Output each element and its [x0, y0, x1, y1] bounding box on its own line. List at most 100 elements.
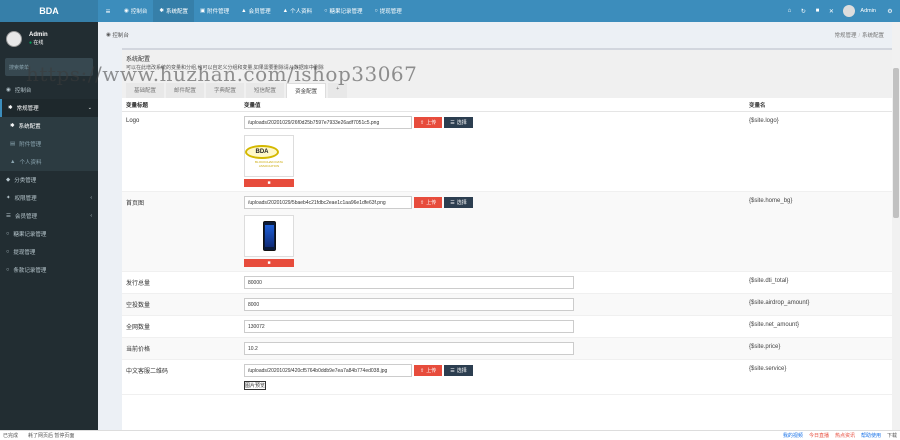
top-menu-item-attachment[interactable]: ▣ 附件管理 [194, 0, 235, 22]
home-bg-path-input[interactable] [244, 196, 412, 209]
table-row: 全网数量 {$site.net_amount} [122, 316, 892, 338]
tab-funds[interactable]: 资金配置 [286, 83, 327, 98]
list-icon: ☰ [450, 199, 455, 206]
table-row: 中文客服二维码 ⇧上传 ☰选择 图片预览 {$site.service} [122, 360, 892, 395]
breadcrumb-home[interactable]: 控制台 [112, 31, 129, 39]
refresh-icon[interactable]: ↻ [797, 8, 809, 15]
avatar [6, 31, 22, 47]
row-title: 全网数量 [126, 325, 151, 331]
sidebar-item-member[interactable]: ☰ 会员管理 ‹ [0, 207, 98, 225]
config-panel: 系统配置 可以在此增改系统的变量和分组,也可以自定义分组和变量,如果需要删除请从… [122, 48, 892, 430]
table-row: 空投数量 {$site.airdrop_amount} [122, 294, 892, 316]
chevron-left-icon: ‹ [90, 195, 92, 201]
status-link[interactable]: 下载 [887, 432, 897, 439]
phone-image [262, 221, 276, 251]
sidebar-item-permission[interactable]: ✦ 权限管理 ‹ [0, 189, 98, 207]
sidebar-item-terms[interactable]: ○ 条款记录管理 [0, 261, 98, 279]
delete-image-button[interactable]: ■ [244, 259, 294, 267]
list-icon: ☰ [450, 119, 455, 126]
table-row: 发行总量 {$site.dti_total} [122, 272, 892, 294]
bda-logo-subtitle: BLOCKCHAIN DATA ASSOCIATION [255, 159, 283, 168]
top-menu: ◉ 控制台 ✱ 系统配置 ▣ 附件管理 ▲ 会员管理 ▲ 个人资料 ○ 糖果记录管理 ○ 提现… [118, 0, 408, 22]
row-title: 空投数量 [126, 303, 151, 309]
sidebar-item-withdraw[interactable]: ○ 提现管理 [0, 243, 98, 261]
logo-path-input[interactable] [244, 116, 412, 129]
sidebar-item-candy[interactable]: ○ 糖果记录管理 [0, 225, 98, 243]
trash-icon[interactable]: ■ [811, 8, 823, 14]
total-supply-input[interactable] [244, 276, 574, 289]
net-amount-input[interactable] [244, 320, 574, 333]
upload-button[interactable]: ⇧ 上传 [414, 117, 443, 128]
panel-title: 系统配置 [126, 57, 151, 63]
tab-sms[interactable]: 短信配置 [246, 83, 285, 98]
sidebar-item-config[interactable]: ✱ 系统配置 [0, 117, 98, 135]
status-right-links: 我的视频 今日直播 热点资讯 帮助使用 下载 [783, 432, 897, 439]
upload-button[interactable]: ⇧ 上传 [414, 197, 443, 208]
settings-icon[interactable]: ⚙ [884, 8, 896, 15]
choose-button[interactable]: ☰ 选择 [444, 197, 473, 208]
upload-button[interactable]: ⇧ 上传 [414, 365, 443, 376]
table-row: 首页图 ⇧上传 ☰选择 ■ {$site.home_bg} [122, 192, 892, 272]
qr-preview[interactable]: 图片预览 [244, 381, 266, 390]
tab-basic[interactable]: 基础配置 [126, 83, 165, 98]
airdrop-amount-input[interactable] [244, 298, 574, 311]
choose-button[interactable]: ☰ 选择 [444, 117, 473, 128]
main-content: ◉ 控制台 常规管理 / 系统配置 系统配置 可以在此增改系统的变量和分组,也可以自… [98, 22, 892, 430]
brand-logo[interactable]: BDA [0, 0, 98, 22]
list-icon: ☰ [6, 213, 11, 219]
column-header-value: 变量值 [244, 102, 261, 109]
status-link[interactable]: 我的视频 [783, 432, 803, 439]
sidebar-item-general[interactable]: ✱ 常规管理 ⌄ [0, 99, 98, 117]
price-input[interactable] [244, 342, 574, 355]
leaf-icon: ◆ [6, 177, 11, 183]
top-navbar: BDA ≡ ◉ 控制台 ✱ 系统配置 ▣ 附件管理 ▲ 会员管理 ▲ 个人资料 ○ 糖果记录… [0, 0, 900, 22]
row-title: 发行总量 [126, 281, 151, 287]
tab-add[interactable]: + [328, 83, 348, 98]
sidebar-item-profile[interactable]: ▲ 个人资料 [0, 153, 98, 171]
top-user-name[interactable]: Admin [860, 8, 876, 14]
home-bg-preview[interactable] [244, 215, 294, 257]
bda-logo: BDA [245, 144, 279, 159]
top-menu-item-withdraw[interactable]: ○ 提现管理 [368, 0, 407, 22]
doc-icon: ▤ [10, 141, 16, 147]
sidebar-item-attachment[interactable]: ▤ 附件管理 [0, 135, 98, 153]
status-link[interactable]: 热点资讯 [835, 432, 855, 439]
breadcrumb-item: 系统配置 [861, 33, 884, 39]
avatar[interactable] [843, 5, 856, 17]
top-menu-item-candy[interactable]: ○ 糖果记录管理 [318, 0, 368, 22]
page-scrollbar[interactable] [892, 22, 900, 430]
top-menu-item-member[interactable]: ▲ 会员管理 [235, 0, 276, 22]
breadcrumb-item[interactable]: 常规管理 [834, 33, 856, 39]
online-dot-icon: ● [29, 40, 33, 46]
tab-dictionary[interactable]: 字典配置 [206, 83, 245, 98]
row-title: 中文客服二维码 [126, 369, 169, 375]
top-menu-item-dashboard[interactable]: ◉ 控制台 [118, 0, 153, 22]
dashboard-icon: ◉ [6, 87, 11, 93]
home-icon[interactable]: ⌂ [783, 8, 795, 14]
fullscreen-icon[interactable]: ✕ [825, 8, 837, 15]
logo-preview[interactable]: BDA BLOCKCHAIN DATA ASSOCIATION [244, 135, 294, 177]
user-icon: ▲ [241, 8, 247, 14]
user-icon: ▲ [282, 8, 289, 14]
status-link[interactable]: 今日直播 [809, 432, 829, 439]
choose-button[interactable]: ☰ 选择 [444, 365, 473, 376]
sidebar-item-category[interactable]: ◆ 分类管理 [0, 171, 98, 189]
chevron-down-icon: ⌄ [87, 105, 92, 111]
service-qr-path-input[interactable] [244, 364, 412, 377]
status-link[interactable]: 帮助使用 [861, 432, 881, 439]
doc-icon: ▣ [199, 8, 206, 14]
delete-image-button[interactable]: ■ [244, 179, 294, 187]
row-var-name: {$site.service} [749, 366, 787, 372]
top-menu-item-config[interactable]: ✱ 系统配置 [153, 0, 194, 22]
row-var-name: {$site.home_bg} [749, 198, 793, 204]
trash-icon: ■ [267, 180, 271, 186]
sidebar-item-dashboard[interactable]: ◉ 控制台 [0, 81, 98, 99]
scrollbar-thumb[interactable] [893, 68, 899, 218]
tab-email[interactable]: 邮件配置 [166, 83, 205, 98]
circle-icon: ○ [6, 267, 10, 273]
top-right-tools: ⌂ ↻ ■ ✕ Admin ⚙ [783, 0, 900, 22]
row-var-name: {$site.airdrop_amount} [749, 300, 810, 306]
sidebar-search-input[interactable]: 搜索菜单 [5, 58, 93, 76]
top-menu-item-profile[interactable]: ▲ 个人资料 [277, 0, 318, 22]
menu-toggle-icon[interactable]: ≡ [98, 7, 118, 16]
